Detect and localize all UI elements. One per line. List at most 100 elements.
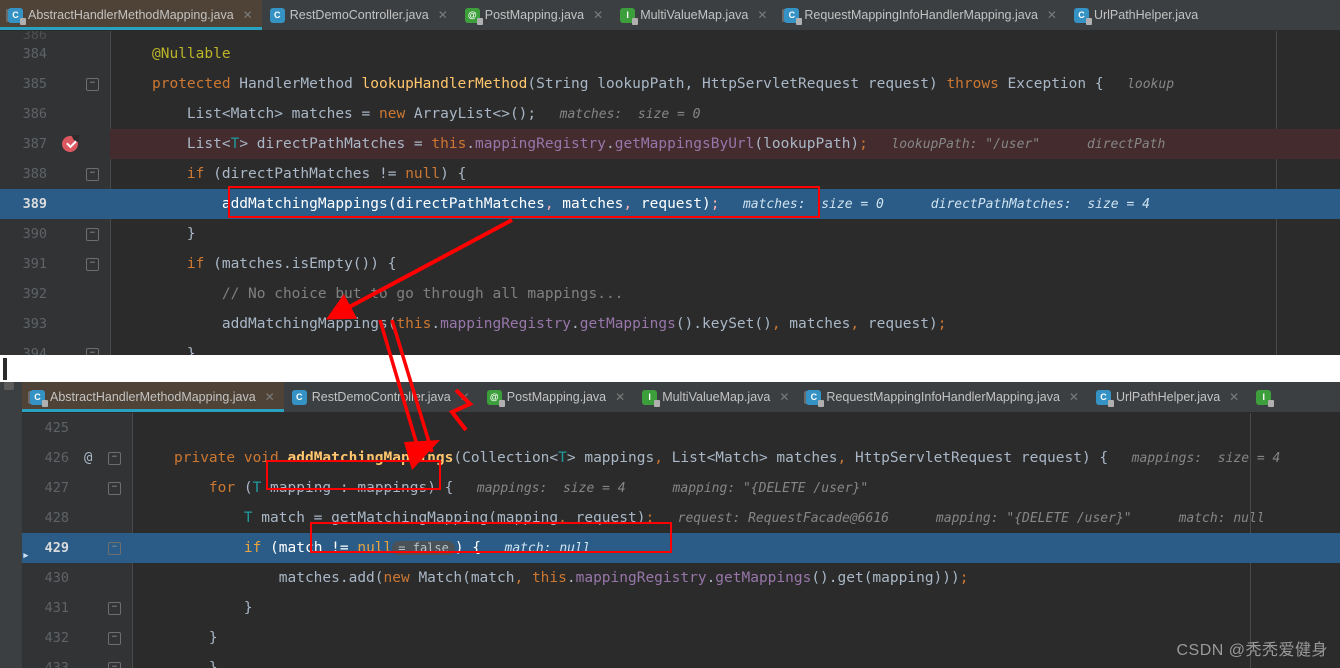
line-number: 392 [22,286,47,302]
line-number: 430 [44,570,69,586]
tool-window-strip[interactable]: Project Commit Pull Requests [0,382,22,668]
annotation-gutter-icon[interactable]: @ [84,443,92,473]
inline-hint: matches: size = 0 directPathMatches: siz… [742,197,1150,212]
inline-hint: mappings: size = 4 mapping: "{DELETE /us… [476,481,869,496]
class-icon: C [291,389,307,405]
close-icon[interactable]: ✕ [757,8,767,22]
fold-icon[interactable]: − [108,452,121,465]
close-icon[interactable]: ✕ [779,390,789,404]
line-number: 391 [22,256,47,272]
code-row[interactable]: 433 − } [22,653,1340,668]
tab-restdemocontroller[interactable]: C RestDemoController.java ✕ [283,382,479,412]
code-row-selected[interactable]: 429 ▸ − if (match != null = false) { matc… [22,533,1340,563]
interface-icon: I [1256,389,1275,407]
tab-restdemocontroller[interactable]: C RestDemoController.java ✕ [261,0,457,30]
fold-icon[interactable]: − [108,632,121,645]
close-icon[interactable]: ✕ [265,390,275,404]
code-row[interactable]: 392 // No choice but to go through all m… [0,279,1340,309]
inline-hint: lookupPath: "/user" directPath [891,137,1166,152]
code-row[interactable]: 388 − if (directPathMatches != null) { [0,159,1340,189]
tab-overflow[interactable]: I [1248,382,1281,412]
fold-icon[interactable]: − [86,348,99,355]
close-icon[interactable]: ✕ [1229,390,1239,404]
tab-urlpathhelper[interactable]: C UrlPathHelper.java ✕ [1087,382,1249,412]
close-icon[interactable]: ✕ [1069,390,1079,404]
line-number: 387 [22,136,47,152]
tab-multivaluemap[interactable]: I MultiValueMap.java ✕ [612,0,777,30]
fold-icon[interactable]: − [108,542,121,555]
code-row[interactable]: 428 T match = getMatchingMapping(mapping… [22,503,1340,533]
panel-separator [0,355,1340,382]
code-row[interactable]: 394 − } [0,339,1340,355]
inline-hint: match: null [504,541,591,556]
interface-icon: I [642,389,661,407]
inline-hint: mappings: size = 4 [1131,451,1281,466]
tab-requestmappinginfohandlermapping[interactable]: C RequestMappingInfoHandlerMapping.java … [776,0,1066,30]
line-number: 433 [44,660,69,668]
close-icon[interactable]: ✕ [243,8,253,22]
fold-icon[interactable]: − [86,78,99,91]
code-row[interactable]: 384 @Nullable [0,39,1340,69]
class-abstract-icon: C [8,7,26,25]
code-row[interactable]: 386 List<Match> matches = new ArrayList<… [0,99,1340,129]
code-row[interactable]: 432 − } [22,623,1340,653]
close-icon[interactable]: ✕ [615,390,625,404]
close-icon[interactable]: ✕ [593,8,603,22]
tab-abstracthandlermethodmapping[interactable]: C AbstractHandlerMethodMapping.java ✕ [22,382,284,412]
annotation-icon: @ [486,389,505,407]
code-row[interactable]: 385 − protected HandlerMethod lookupHand… [0,69,1340,99]
code-row-partial: 386 [0,31,1340,39]
code-area-top[interactable]: 386 384 @Nullable 385 − protected Handle… [0,31,1340,355]
code-row-breakpoint[interactable]: 387 List<T> directPathMatches = this.map… [0,129,1340,159]
scrollbar-thumb[interactable] [4,382,14,390]
separator-marker [3,358,7,380]
fold-icon[interactable]: − [86,228,99,241]
screenshot-root: C AbstractHandlerMethodMapping.java ✕ C … [0,0,1340,668]
line-number: 388 [22,166,47,182]
tab-label: UrlPathHelper.java [1093,8,1199,22]
tab-label: PostMapping.java [506,390,607,404]
code-row-selected[interactable]: 389 addMatchingMappings(directPathMatche… [0,189,1340,219]
fold-icon[interactable]: − [108,662,121,668]
editor-panel-top: C AbstractHandlerMethodMapping.java ✕ C … [0,0,1340,355]
fold-icon[interactable]: − [108,602,121,615]
code-row[interactable]: 427 − for (T mapping : mappings) { mappi… [22,473,1340,503]
code-row[interactable]: 426 @ − private void addMatchingMappings… [22,443,1340,473]
code-row[interactable]: 391 − if (matches.isEmpty()) { [0,249,1340,279]
tab-abstracthandlermethodmapping[interactable]: C AbstractHandlerMethodMapping.java ✕ [0,0,262,30]
line-number: 386 [22,106,47,122]
tab-label: RequestMappingInfoHandlerMapping.java [826,390,1060,404]
inlay-value-badge: = false [392,541,455,555]
fold-icon[interactable]: − [108,482,121,495]
fold-icon[interactable]: − [86,258,99,271]
line-number: 427 [44,480,69,496]
line-number: 428 [44,510,69,526]
class-icon: C [1095,389,1114,407]
fold-icon[interactable]: − [86,168,99,181]
tab-requestmappinginfohandlermapping[interactable]: C RequestMappingInfoHandlerMapping.java … [798,382,1088,412]
code-row[interactable]: 393 addMatchingMappings(this.mappingRegi… [0,309,1340,339]
code-row[interactable]: 430 matches.add(new Match(match, this.ma… [22,563,1340,593]
tab-postmapping[interactable]: @ PostMapping.java ✕ [456,0,613,30]
line-number: 426 [44,450,69,466]
breakpoint-icon[interactable] [62,135,79,152]
code-row[interactable]: 390 − } [0,219,1340,249]
tab-postmapping[interactable]: @ PostMapping.java ✕ [478,382,635,412]
close-icon[interactable]: ✕ [1047,8,1057,22]
editor-panel-bottom: Project Commit Pull Requests C AbstractH… [0,382,1340,668]
code-area-bottom[interactable]: 425 426 @ − private void addMatchingMapp… [22,413,1340,668]
tab-urlpathhelper[interactable]: C UrlPathHelper.java [1065,0,1208,30]
tab-label: AbstractHandlerMethodMapping.java [28,8,234,22]
editor-tabbar-top[interactable]: C AbstractHandlerMethodMapping.java ✕ C … [0,0,1340,31]
code-row[interactable]: 425 [22,413,1340,443]
code-row[interactable]: 431 − } [22,593,1340,623]
tab-multivaluemap[interactable]: I MultiValueMap.java ✕ [634,382,799,412]
close-icon[interactable]: ✕ [438,8,448,22]
editor-tabbar-bottom[interactable]: C AbstractHandlerMethodMapping.java ✕ C … [22,382,1340,413]
line-number: 429 [44,540,69,556]
tab-label: AbstractHandlerMethodMapping.java [50,390,256,404]
line-number: 432 [44,630,69,646]
inline-hint: request: RequestFacade@6616 mapping: "{D… [677,511,1265,526]
line-number: 425 [44,420,69,436]
close-icon[interactable]: ✕ [460,390,470,404]
